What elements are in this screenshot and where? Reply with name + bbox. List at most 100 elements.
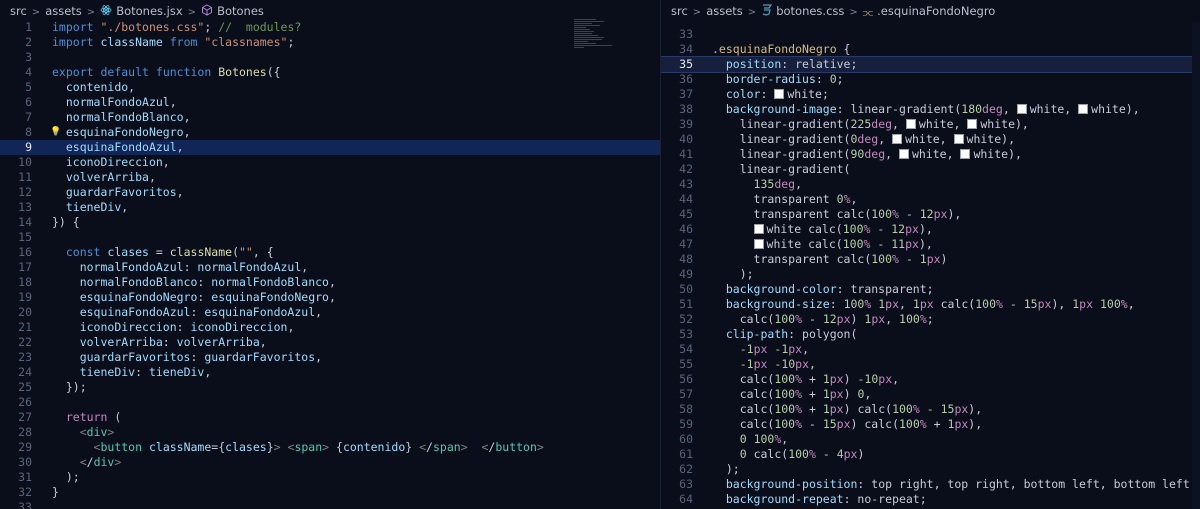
code-text[interactable]: export default function Botones({ [52,65,281,80]
code-text[interactable]: clip-path: polygon( [712,327,858,342]
code-line[interactable]: 64 background-repeat: no-repeat; [661,492,1200,507]
code-line[interactable]: 39 linear-gradient(225deg, white, white)… [661,117,1200,132]
code-text[interactable]: background-size: 100% 1px, 1px calc(100%… [712,297,1135,312]
code-line[interactable]: 33 [0,500,660,509]
code-line[interactable]: 61 0 calc(100% - 4px) [661,447,1200,462]
code-line[interactable]: 63 background-position: top right, top r… [661,477,1200,492]
code-line[interactable]: 21 iconoDireccion: iconoDireccion, [0,320,660,335]
code-text[interactable]: border-radius: 0; [712,72,844,87]
code-line[interactable]: 6 normalFondoAzul, [0,95,660,110]
code-text[interactable]: linear-gradient( [712,162,851,177]
code-text[interactable]: }) { [52,215,80,230]
code-text[interactable]: linear-gradient(0deg, white, white), [712,132,1015,147]
code-text[interactable]: .esquinaFondoNegro { [712,42,850,57]
code-text[interactable]: tieneDiv, [52,200,128,215]
code-text[interactable]: esquinaFondoAzul, [52,140,184,155]
code-line[interactable]: 56 calc(100% + 1px) -10px, [661,372,1200,387]
code-line[interactable]: 51 background-size: 100% 1px, 1px calc(1… [661,297,1200,312]
code-line[interactable]: 29 <button className={clases}> <span> {c… [0,440,660,455]
code-line[interactable]: 34 .esquinaFondoNegro { [661,42,1200,57]
code-text[interactable]: } [52,485,59,500]
editor-pane-left[interactable]: src > assets > Botones.jsx > Botones 1 import "… [0,0,661,509]
code-area[interactable]: 1 import "./botones.css"; // modules? 2 imp… [0,20,660,509]
code-text[interactable]: guardarFavoritos, [52,185,184,200]
code-text[interactable]: normalFondoAzul, [52,95,177,110]
code-line[interactable]: 14}) { [0,215,660,230]
code-line[interactable]: 44 transparent 0%, [661,192,1200,207]
code-text[interactable]: linear-gradient(225deg, white, white), [712,117,1029,132]
code-line[interactable]: 5 contenido, [0,80,660,95]
code-text[interactable]: white calc(100% - 12px), [712,222,933,237]
code-text[interactable]: 0 100%, [712,432,789,447]
code-text[interactable]: normalFondoBlanco: normalFondoBlanco, [52,275,336,290]
code-text[interactable]: transparent calc(100% - 1px) [712,252,948,267]
breadcrumb-symbol[interactable]: Botones [217,4,264,18]
code-line[interactable]: 26 [0,395,660,410]
code-line[interactable]: 15 [0,230,660,245]
code-line[interactable]: 55 -1px -10px, [661,357,1200,372]
code-line[interactable]: 16 const clases = className("", { [0,245,660,260]
code-text[interactable]: <div> [52,425,115,440]
code-text[interactable]: tieneDiv: tieneDiv, [52,365,212,380]
code-text[interactable]: import "./botones.css"; // modules? [52,20,301,35]
code-line[interactable]: 37 color: white; [661,87,1200,102]
code-line[interactable]: 42 linear-gradient( [661,162,1200,177]
code-line[interactable]: 41 linear-gradient(90deg, white, white), [661,147,1200,162]
code-line[interactable]: 12 guardarFavoritos, [0,185,660,200]
code-line[interactable]: 36 border-radius: 0; [661,72,1200,87]
code-line[interactable]: 31 ); [0,470,660,485]
code-line[interactable]: 38 background-image: linear-gradient(180… [661,102,1200,117]
code-text[interactable]: esquinaFondoNegro, [52,125,191,140]
editor-pane-right[interactable]: src > assets > botones.css > ⫗ .esquinaFondoNeg… [661,0,1200,509]
lightbulb-icon[interactable]: 💡 [50,125,61,140]
code-line[interactable]: 52 calc(100% - 12px) 1px, 100%; [661,312,1200,327]
code-line[interactable]: 32} [0,485,660,500]
code-text[interactable]: return ( [52,410,121,425]
code-line[interactable]: 23 guardarFavoritos: guardarFavoritos, [0,350,660,365]
code-line[interactable]: 62 ); [661,462,1200,477]
code-text[interactable]: normalFondoAzul: normalFondoAzul, [52,260,309,275]
code-line[interactable]: 4 export default function Botones({ [0,65,660,80]
code-text[interactable]: import className from "classnames"; [52,35,294,50]
code-line[interactable]: 20 esquinaFondoAzul: esquinaFondoAzul, [0,305,660,320]
code-line[interactable]: 45 transparent calc(100% - 12px), [661,207,1200,222]
code-line[interactable]: 3 [0,50,660,65]
code-line[interactable]: 28 <div> [0,425,660,440]
code-text[interactable]: white calc(100% - 11px), [712,237,933,252]
code-text[interactable]: 135deg, [712,177,803,192]
code-text[interactable]: iconoDireccion, [52,155,170,170]
code-text[interactable]: transparent calc(100% - 12px), [712,207,962,222]
code-line[interactable]: 60 0 100%, [661,432,1200,447]
breadcrumb-assets[interactable]: assets [45,4,82,18]
code-text[interactable]: const clases = className("", { [52,245,274,260]
code-line[interactable]: 27 return ( [0,410,660,425]
code-line[interactable]: 25 }); [0,380,660,395]
code-line[interactable]: 49 ); [661,267,1200,282]
code-line[interactable]: 50 background-color: transparent; [661,282,1200,297]
code-text[interactable]: calc(100% + 1px) -10px, [712,372,899,387]
code-text[interactable]: calc(100% + 1px) calc(100% - 15px), [712,402,982,417]
code-text[interactable]: transparent 0%, [712,192,858,207]
code-line[interactable]: 58 calc(100% + 1px) calc(100% - 15px), [661,402,1200,417]
code-text[interactable]: esquinaFondoAzul: esquinaFondoAzul, [52,305,322,320]
code-text[interactable]: contenido, [52,80,135,95]
code-line[interactable]: 9 esquinaFondoAzul, [0,140,660,155]
code-text[interactable]: iconoDireccion: iconoDireccion, [52,320,295,335]
code-text[interactable]: <button className={clases}> <span> {cont… [52,440,544,455]
code-line[interactable]: 11 volverArriba, [0,170,660,185]
code-area[interactable]: 33 34 .esquinaFondoNegro {35 position: rel… [661,27,1200,509]
code-line[interactable]: 43 135deg, [661,177,1200,192]
code-text[interactable]: volverArriba, [52,170,156,185]
vertical-scrollbar[interactable] [1192,22,1200,509]
code-text[interactable]: 0 calc(100% - 4px) [712,447,865,462]
code-line[interactable]: 24 tieneDiv: tieneDiv, [0,365,660,380]
breadcrumb-assets[interactable]: assets [706,4,743,18]
code-text[interactable]: esquinaFondoNegro: esquinaFondoNegro, [52,290,336,305]
code-text[interactable]: linear-gradient(90deg, white, white), [712,147,1022,162]
breadcrumb-symbol[interactable]: .esquinaFondoNegro [877,4,995,18]
code-line[interactable]: 2 import className from "classnames"; [0,35,660,50]
code-line[interactable]: 54 -1px -1px, [661,342,1200,357]
code-text[interactable]: </div> [52,455,122,470]
code-line[interactable]: 10 iconoDireccion, [0,155,660,170]
code-line[interactable]: 1 import "./botones.css"; // modules? [0,20,660,35]
